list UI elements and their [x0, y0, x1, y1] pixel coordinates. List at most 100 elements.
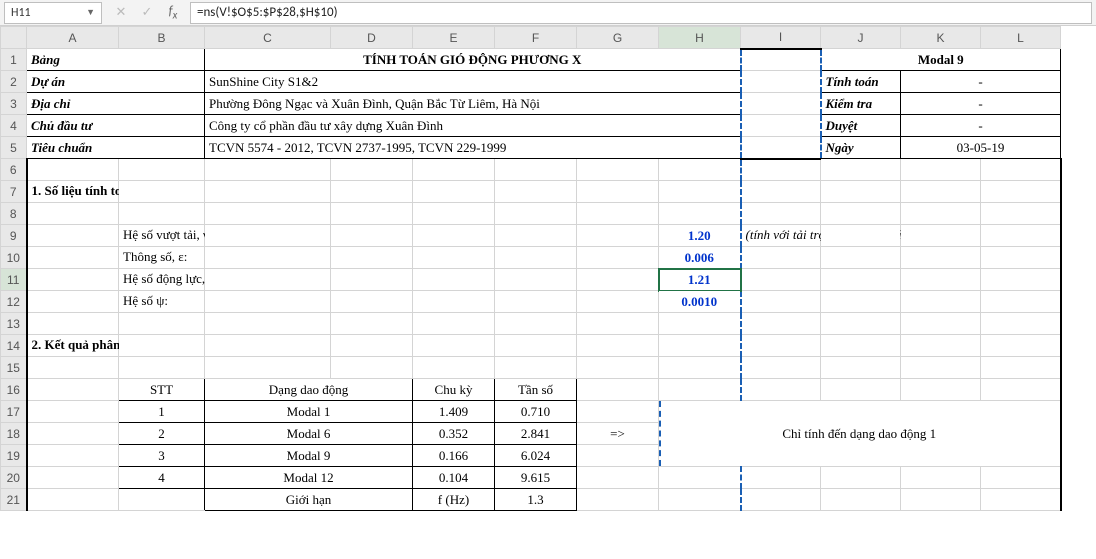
cell-G18[interactable]: =>: [577, 423, 659, 445]
name-box[interactable]: H11 ▼: [4, 2, 102, 24]
cell-B19[interactable]: 3: [119, 445, 205, 467]
cell-C16[interactable]: Dạng dao động: [205, 379, 413, 401]
select-all-corner[interactable]: [1, 27, 27, 49]
cell-F21[interactable]: 1.3: [495, 489, 577, 511]
cell-C4[interactable]: Công ty cổ phần đầu tư xây dựng Xuân Đìn…: [205, 115, 741, 137]
cell-K4[interactable]: -: [901, 115, 1061, 137]
col-K[interactable]: K: [901, 27, 981, 49]
col-A[interactable]: A: [27, 27, 119, 49]
rowhead-19[interactable]: 19: [1, 445, 27, 467]
col-D[interactable]: D: [331, 27, 413, 49]
cell-F17[interactable]: 0.710: [495, 401, 577, 423]
rowhead-20[interactable]: 20: [1, 467, 27, 489]
col-L[interactable]: L: [981, 27, 1061, 49]
cell-K2[interactable]: -: [901, 71, 1061, 93]
cell-K5[interactable]: 03-05-19: [901, 137, 1061, 159]
cell-I2[interactable]: [741, 71, 821, 93]
col-H[interactable]: H: [659, 27, 741, 49]
name-box-dropdown-icon[interactable]: ▼: [86, 7, 95, 18]
cell-E18[interactable]: 0.352: [413, 423, 495, 445]
cell-J5[interactable]: Ngày: [821, 137, 901, 159]
rowhead-16[interactable]: 16: [1, 379, 27, 401]
cell-C18[interactable]: Modal 6: [205, 423, 413, 445]
cell-I5[interactable]: [741, 137, 821, 159]
cell-I3[interactable]: [741, 93, 821, 115]
rowhead-2[interactable]: 2: [1, 71, 27, 93]
col-C[interactable]: C: [205, 27, 331, 49]
cell-A4[interactable]: Chủ đầu tư: [27, 115, 205, 137]
cell-A1[interactable]: Bảng: [27, 49, 205, 71]
cell-C3[interactable]: Phường Đông Ngạc và Xuân Đình, Quận Bắc …: [205, 93, 741, 115]
spreadsheet-grid[interactable]: A B C D E F G H I J K L 1 Bảng TÍNH TOÁN…: [0, 26, 1096, 559]
cell-C20[interactable]: Modal 12: [205, 467, 413, 489]
rowhead-9[interactable]: 9: [1, 225, 27, 247]
col-B[interactable]: B: [119, 27, 205, 49]
cell-H6[interactable]: [659, 159, 741, 181]
rowhead-5[interactable]: 5: [1, 137, 27, 159]
cell-E20[interactable]: 0.104: [413, 467, 495, 489]
rowhead-1[interactable]: 1: [1, 49, 27, 71]
rowhead-7[interactable]: 7: [1, 181, 27, 203]
cell-F20[interactable]: 9.615: [495, 467, 577, 489]
cell-A2[interactable]: Dự án: [27, 71, 205, 93]
rowhead-17[interactable]: 17: [1, 401, 27, 423]
cell-I4[interactable]: [741, 115, 821, 137]
cell-C2[interactable]: SunShine City S1&2: [205, 71, 741, 93]
cell-A3[interactable]: Địa chỉ: [27, 93, 205, 115]
cell-J2[interactable]: Tính toán: [821, 71, 901, 93]
cell-E19[interactable]: 0.166: [413, 445, 495, 467]
cell-A5[interactable]: Tiêu chuẩn: [27, 137, 205, 159]
rowhead-12[interactable]: 12: [1, 291, 27, 313]
cell-E16[interactable]: Chu kỳ: [413, 379, 495, 401]
cell-B16[interactable]: STT: [119, 379, 205, 401]
rowhead-6[interactable]: 6: [1, 159, 27, 181]
col-J[interactable]: J: [821, 27, 901, 49]
cell-C21[interactable]: Giới hạn: [205, 489, 413, 511]
rowhead-8[interactable]: 8: [1, 203, 27, 225]
cell-F16[interactable]: Tần số: [495, 379, 577, 401]
cell-C5[interactable]: TCVN 5574 - 2012, TCVN 2737-1995, TCVN 2…: [205, 137, 741, 159]
fx-icon[interactable]: fx: [162, 2, 184, 24]
col-E[interactable]: E: [413, 27, 495, 49]
col-I[interactable]: I: [741, 27, 821, 49]
cell-A6[interactable]: [27, 159, 119, 181]
rowhead-18[interactable]: 18: [1, 423, 27, 445]
rowhead-4[interactable]: 4: [1, 115, 27, 137]
cell-K3[interactable]: -: [901, 93, 1061, 115]
cell-C1[interactable]: TÍNH TOÁN GIÓ ĐỘNG PHƯƠNG X: [205, 49, 741, 71]
cell-I9[interactable]: (tính với tải trọng gió tính toán): [741, 225, 821, 247]
rowhead-15[interactable]: 15: [1, 357, 27, 379]
cell-I1[interactable]: [741, 49, 821, 71]
cell-H9[interactable]: 1.20: [659, 225, 741, 247]
cell-C19[interactable]: Modal 9: [205, 445, 413, 467]
rowhead-10[interactable]: 10: [1, 247, 27, 269]
cell-H11[interactable]: 1.21: [659, 269, 741, 291]
cell-C17[interactable]: Modal 1: [205, 401, 413, 423]
cell-E17[interactable]: 1.409: [413, 401, 495, 423]
cell-H12[interactable]: 0.0010: [659, 291, 741, 313]
rowhead-14[interactable]: 14: [1, 335, 27, 357]
cell-B12[interactable]: Hệ số ψ:: [119, 291, 205, 313]
greenbox[interactable]: Chỉ tính đến dạng dao động 1: [659, 401, 1061, 467]
col-G[interactable]: G: [577, 27, 659, 49]
rowhead-3[interactable]: 3: [1, 93, 27, 115]
cell-J1[interactable]: Modal 9: [821, 49, 1061, 71]
cell-B17[interactable]: 1: [119, 401, 205, 423]
rowhead-21[interactable]: 21: [1, 489, 27, 511]
cell-J4[interactable]: Duyệt: [821, 115, 901, 137]
cell-J3[interactable]: Kiểm tra: [821, 93, 901, 115]
cell-B10[interactable]: Thông số, ε:: [119, 247, 205, 269]
rowhead-13[interactable]: 13: [1, 313, 27, 335]
formula-input[interactable]: =ns(V!$O$5:$P$28,$H$10): [190, 2, 1092, 24]
cell-B9[interactable]: Hệ số vượt tải, γ:: [119, 225, 205, 247]
cell-A7[interactable]: 1. Số liệu tính toán: [27, 181, 119, 203]
col-F[interactable]: F: [495, 27, 577, 49]
cell-F19[interactable]: 6.024: [495, 445, 577, 467]
rowhead-11[interactable]: 11: [1, 269, 27, 291]
cell-A14[interactable]: 2. Kết quả phân tích dao động: [27, 335, 119, 357]
cell-B18[interactable]: 2: [119, 423, 205, 445]
cell-B20[interactable]: 4: [119, 467, 205, 489]
cell-B11[interactable]: Hệ số động lực, ξ:: [119, 269, 205, 291]
cell-E21[interactable]: f (Hz): [413, 489, 495, 511]
cell-F18[interactable]: 2.841: [495, 423, 577, 445]
